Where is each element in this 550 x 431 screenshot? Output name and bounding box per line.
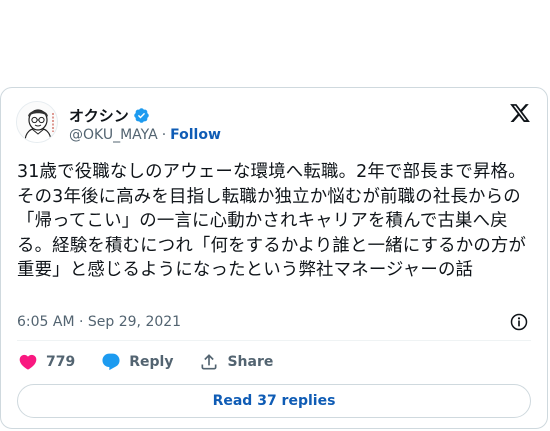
tweet-card: * オクシン @OKU_MAYA · Follow 31歳で役職なしのアウェーな… xyxy=(0,87,548,429)
follow-button[interactable]: Follow xyxy=(170,127,221,143)
heart-icon xyxy=(19,354,37,370)
handle-row: @OKU_MAYA · Follow xyxy=(69,127,221,143)
share-icon xyxy=(201,354,217,370)
share-label: Share xyxy=(227,354,274,370)
reply-label: Reply xyxy=(129,354,174,370)
action-bar: 779 Reply Share xyxy=(18,352,299,372)
verified-badge-icon xyxy=(133,108,149,123)
read-replies-button[interactable]: Read 37 replies xyxy=(17,384,531,418)
reply-button[interactable]: Reply xyxy=(101,352,173,372)
info-icon[interactable] xyxy=(509,312,529,332)
tweet-text: 31歳で役職なしのアウェーな環境へ転職。2年で部長まで昇格。その3年後に高みを目… xyxy=(17,162,527,280)
avatar-illustration: * xyxy=(17,102,57,142)
separator-dot: · xyxy=(161,127,167,143)
like-button[interactable]: 779 xyxy=(18,352,75,372)
x-logo-icon[interactable] xyxy=(509,102,531,124)
like-count: 779 xyxy=(46,354,76,370)
speech-bubble-icon xyxy=(102,353,120,371)
avatar[interactable]: * xyxy=(16,101,58,143)
author-name-row: オクシン xyxy=(69,105,150,126)
divider xyxy=(17,340,531,341)
svg-text:*: * xyxy=(53,107,56,113)
author-name[interactable]: オクシン xyxy=(69,105,129,126)
author-handle[interactable]: @OKU_MAYA xyxy=(69,127,158,143)
tweet-timestamp[interactable]: 6:05 AM · Sep 29, 2021 xyxy=(17,314,181,330)
share-button[interactable]: Share xyxy=(199,352,273,372)
